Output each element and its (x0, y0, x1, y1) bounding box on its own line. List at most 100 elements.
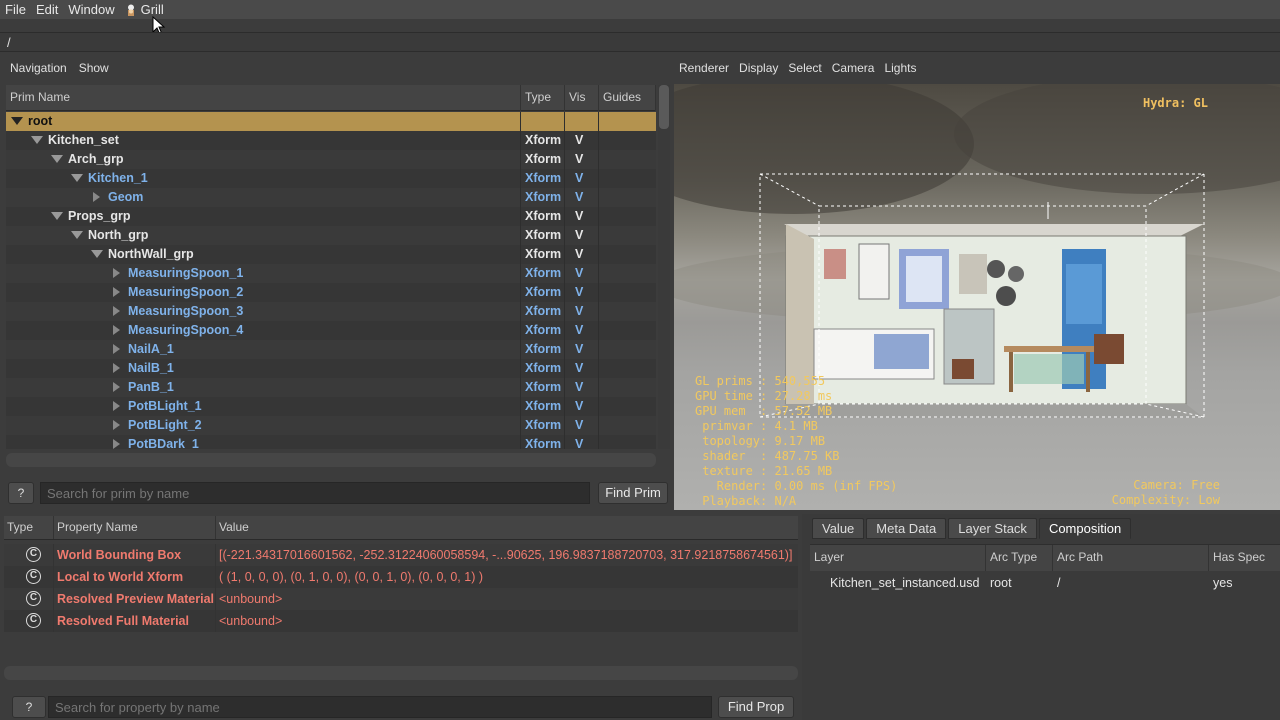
tree-row[interactable]: NorthWall_grp Xform V (6, 245, 656, 264)
col-prop-type[interactable]: Type (4, 516, 54, 539)
collapsed-arrow-icon[interactable] (113, 439, 120, 449)
col-prop-name[interactable]: Property Name (54, 516, 216, 539)
prim-visibility-toggle[interactable]: V (565, 359, 599, 378)
menu-display[interactable]: Display (734, 61, 783, 75)
menu-renderer[interactable]: Renderer (674, 61, 734, 75)
3d-viewport[interactable]: Hydra: GL GL prims : 540,555 GPU time : 2… (674, 84, 1280, 510)
collapsed-arrow-icon[interactable] (113, 344, 120, 354)
prim-guides[interactable] (599, 150, 656, 169)
collapsed-arrow-icon[interactable] (113, 325, 120, 335)
expanded-arrow-icon[interactable] (91, 250, 103, 258)
prim-guides[interactable] (599, 359, 656, 378)
prim-visibility-toggle[interactable]: V (565, 245, 599, 264)
tree-row[interactable]: Props_grp Xform V (6, 207, 656, 226)
prop-search-input[interactable] (48, 696, 712, 718)
prim-guides[interactable] (599, 207, 656, 226)
prim-help-button[interactable]: ? (8, 482, 34, 504)
expanded-arrow-icon[interactable] (51, 155, 63, 163)
col-arc-type[interactable]: Arc Type (986, 545, 1053, 571)
tab-composition[interactable]: Composition (1038, 518, 1132, 539)
collapsed-arrow-icon[interactable] (113, 420, 120, 430)
expanded-arrow-icon[interactable] (51, 212, 63, 220)
prop-help-button[interactable]: ? (12, 696, 46, 718)
prim-visibility-toggle[interactable]: V (565, 302, 599, 321)
prim-guides[interactable] (599, 226, 656, 245)
property-row[interactable]: C World Bounding Box [(-221.34317016601562… (4, 544, 798, 566)
expanded-arrow-icon[interactable] (71, 174, 83, 182)
menu-show[interactable]: Show (73, 61, 115, 75)
prim-visibility-toggle[interactable]: V (565, 150, 599, 169)
tree-vscrollbar[interactable] (658, 85, 670, 449)
property-row[interactable]: C Local to World Xform( (1, 0, 0, 0), (0,… (4, 566, 798, 588)
expanded-arrow-icon[interactable] (71, 231, 83, 239)
tree-row[interactable]: MeasuringSpoon_3 Xform V (6, 302, 656, 321)
tree-row[interactable]: Kitchen_set Xform V (6, 131, 656, 150)
prim-visibility-toggle[interactable]: V (565, 397, 599, 416)
tree-row[interactable]: NailB_1 Xform V (6, 359, 656, 378)
path-bar[interactable]: / (0, 32, 1280, 52)
menu-file[interactable]: File (0, 0, 31, 19)
tree-row[interactable]: MeasuringSpoon_2 Xform V (6, 283, 656, 302)
menu-camera[interactable]: Camera (827, 61, 880, 75)
prim-guides[interactable] (599, 302, 656, 321)
col-arc-path[interactable]: Arc Path (1053, 545, 1209, 571)
menu-navigation[interactable]: Navigation (4, 61, 73, 75)
prim-guides[interactable] (599, 169, 656, 188)
col-prop-value[interactable]: Value (216, 516, 798, 539)
prim-guides[interactable] (599, 378, 656, 397)
properties-hscrollbar[interactable] (4, 666, 798, 680)
collapsed-arrow-icon[interactable] (113, 401, 120, 411)
tree-row[interactable]: MeasuringSpoon_4 Xform V (6, 321, 656, 340)
prim-guides[interactable] (599, 112, 656, 131)
tree-row[interactable]: PotBDark_1 Xform V (6, 435, 656, 449)
find-prim-button[interactable]: Find Prim (598, 482, 668, 504)
expanded-arrow-icon[interactable] (31, 136, 43, 144)
prim-visibility-toggle[interactable]: V (565, 435, 599, 449)
tree-row[interactable]: Kitchen_1 Xform V (6, 169, 656, 188)
collapsed-arrow-icon[interactable] (93, 192, 100, 202)
menu-select[interactable]: Select (783, 61, 826, 75)
menu-lights[interactable]: Lights (879, 61, 921, 75)
col-layer[interactable]: Layer (810, 545, 986, 571)
tab-value[interactable]: Value (812, 518, 865, 539)
tree-row[interactable]: North_grp Xform V (6, 226, 656, 245)
composition-row[interactable]: Kitchen_set_instanced.usd root / yes (810, 571, 1280, 595)
tree-row[interactable]: PotBLight_2 Xform V (6, 416, 656, 435)
tree-row[interactable]: Geom Xform V (6, 188, 656, 207)
prim-guides[interactable] (599, 283, 656, 302)
tree-row[interactable]: NailA_1 Xform V (6, 340, 656, 359)
tab-meta-data[interactable]: Meta Data (866, 518, 947, 539)
menu-window[interactable]: Window (63, 0, 119, 19)
collapsed-arrow-icon[interactable] (113, 268, 120, 278)
composition-table[interactable]: Layer Arc Type Arc Path Has Spec Kitchen… (810, 544, 1280, 720)
collapsed-arrow-icon[interactable] (113, 306, 120, 316)
tree-vscroll-thumb[interactable] (659, 85, 669, 129)
prim-visibility-toggle[interactable]: V (565, 188, 599, 207)
prim-visibility-toggle[interactable]: V (565, 207, 599, 226)
prim-visibility-toggle[interactable] (565, 112, 599, 131)
prim-visibility-toggle[interactable]: V (565, 416, 599, 435)
prim-tree[interactable]: root Kitchen_set Xform V Arch_grp Xform V Kitch… (6, 112, 656, 449)
prim-guides[interactable] (599, 321, 656, 340)
collapsed-arrow-icon[interactable] (113, 363, 120, 373)
prim-visibility-toggle[interactable]: V (565, 226, 599, 245)
col-vis[interactable]: Vis (565, 85, 599, 111)
prim-visibility-toggle[interactable]: V (565, 378, 599, 397)
prim-visibility-toggle[interactable]: V (565, 169, 599, 188)
prim-search-input[interactable] (40, 482, 590, 504)
col-type[interactable]: Type (521, 85, 565, 111)
prim-guides[interactable] (599, 131, 656, 150)
col-has-spec[interactable]: Has Spec (1209, 545, 1280, 571)
expanded-arrow-icon[interactable] (11, 117, 23, 125)
prim-guides[interactable] (599, 397, 656, 416)
prim-visibility-toggle[interactable]: V (565, 283, 599, 302)
tree-row[interactable]: root (6, 112, 656, 131)
prim-visibility-toggle[interactable]: V (565, 131, 599, 150)
find-prop-button[interactable]: Find Prop (718, 696, 794, 718)
collapsed-arrow-icon[interactable] (113, 382, 120, 392)
tree-row[interactable]: Arch_grp Xform V (6, 150, 656, 169)
tree-row[interactable]: MeasuringSpoon_1 Xform V (6, 264, 656, 283)
tree-hscrollbar[interactable] (6, 453, 656, 467)
prim-guides[interactable] (599, 435, 656, 449)
prim-visibility-toggle[interactable]: V (565, 321, 599, 340)
